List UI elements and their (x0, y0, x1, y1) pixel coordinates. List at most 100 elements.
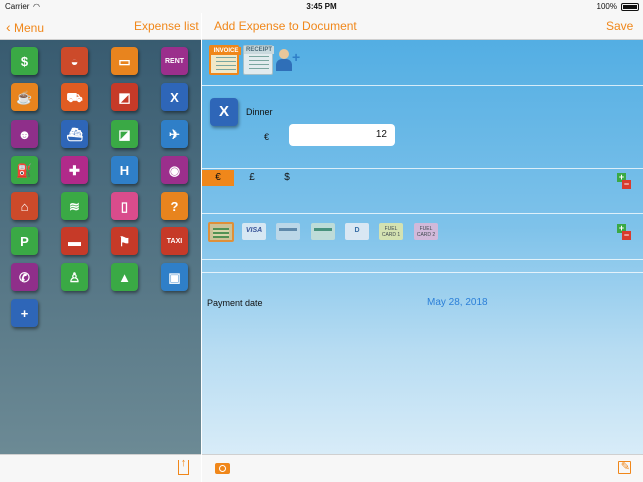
payment-card-1[interactable] (276, 223, 300, 240)
receipt-document-button[interactable]: RECEIPT (243, 45, 274, 75)
currency-symbol: € (264, 132, 270, 142)
cash-icon (213, 228, 229, 238)
laundry-tile[interactable]: ⌂ (11, 192, 38, 220)
coffee-icon: ☕ (16, 89, 33, 105)
flight-tile[interactable]: ✈ (161, 120, 188, 148)
taxi-icon: TAXI (166, 237, 183, 245)
currency-euro[interactable]: € (202, 170, 234, 186)
amount-input[interactable]: 12 (289, 124, 395, 146)
bakery-tile[interactable]: ◒ (61, 47, 88, 75)
divider-4 (202, 259, 643, 260)
theatre-tile[interactable]: ☻ (11, 120, 38, 148)
right-nav-bar: Add Expense to Document Save (202, 13, 643, 40)
fuel-icon: ⛽ (16, 162, 33, 178)
telecom-icon: ◉ (168, 162, 181, 178)
shopping-cart-tile[interactable]: ⛟ (61, 83, 88, 111)
fuel-card-2-label: FUEL CARD 2 (416, 226, 436, 238)
camera-icon[interactable] (215, 463, 230, 474)
theatre-icon: ☻ (17, 126, 32, 142)
card-icon (279, 228, 297, 231)
divider-2 (202, 168, 643, 169)
train-icon: ▣ (168, 269, 181, 285)
other-tile[interactable]: ? (161, 192, 188, 220)
receipt-label: RECEIPT (244, 46, 274, 54)
divider-1 (202, 85, 643, 86)
rent-car-icon: RENT (164, 57, 185, 65)
payment-cash[interactable] (208, 222, 234, 242)
save-button[interactable]: Save (606, 19, 633, 33)
payment-card-2[interactable] (311, 223, 335, 240)
share-icon[interactable]: ↑ (178, 458, 189, 475)
minibar-tile[interactable]: ▯ (111, 192, 138, 220)
left-nav-bar: ‹ Menu Expense list (0, 13, 201, 40)
payment-date-label: Payment date (207, 298, 263, 308)
hotel-icon: H (119, 162, 130, 178)
money-tile[interactable]: $ (11, 47, 38, 75)
payment-diners[interactable]: D (345, 223, 369, 240)
restaurant-icon: X (170, 89, 179, 105)
phone-icon: ✆ (19, 269, 30, 285)
parking-icon: P (20, 233, 29, 249)
expense-name: Dinner (246, 107, 273, 117)
taxi-tile[interactable]: TAXI (161, 227, 188, 255)
hotel-tile[interactable]: H (111, 156, 138, 184)
payment-date-value[interactable]: May 28, 2018 (427, 297, 488, 308)
person-icon: ♙ (68, 269, 81, 285)
train-tile[interactable]: ▣ (161, 263, 188, 291)
money-icon: $ (20, 53, 29, 69)
bus-tile[interactable]: ▭ (111, 47, 138, 75)
ferry-tile[interactable]: ⛴ (61, 120, 88, 148)
expense-list-button[interactable]: Expense list (134, 19, 199, 33)
menu-back-button[interactable]: ‹ Menu (6, 19, 44, 35)
gift-icon: ✚ (69, 162, 80, 178)
gift-tile[interactable]: ✚ (61, 156, 88, 184)
phone-tile[interactable]: ✆ (11, 263, 38, 291)
divider-3 (202, 213, 643, 214)
coffee-tile[interactable]: ☕ (11, 83, 38, 111)
payment-visa[interactable]: VISA (242, 223, 266, 240)
add-person-icon[interactable]: + (275, 47, 303, 73)
currency-add-remove[interactable]: + − (617, 173, 631, 189)
rent-car-tile[interactable]: RENT (161, 47, 188, 75)
minus-icon[interactable]: − (622, 231, 631, 240)
right-toolbar: ✎ (202, 454, 643, 482)
invoice-label: INVOICE (211, 47, 241, 55)
telecom-tile[interactable]: ◉ (161, 156, 188, 184)
diners-label: D (354, 227, 360, 234)
page-title: Add Expense to Document (214, 19, 357, 33)
payment-fuel-card-1[interactable]: FUEL CARD 1 (379, 223, 403, 240)
toll-tile[interactable]: ◩ (111, 83, 138, 111)
car-tile[interactable]: ▬ (61, 227, 88, 255)
towing-tile[interactable]: ⚑ (111, 227, 138, 255)
expense-form: INVOICE RECEIPT + X Dinner € 12 € £ $ + … (202, 40, 643, 454)
battery-icon (621, 3, 639, 11)
person-tile[interactable]: ♙ (61, 263, 88, 291)
parking-attendant-tile[interactable]: ◪ (111, 120, 138, 148)
highway-tile[interactable]: ▲ (111, 263, 138, 291)
invoice-document-button[interactable]: INVOICE (209, 45, 241, 75)
restaurant-tile[interactable]: X (161, 83, 188, 111)
chevron-left-icon: ‹ (6, 19, 11, 35)
compose-icon[interactable]: ✎ (618, 461, 631, 474)
parking-tile[interactable]: P (11, 227, 38, 255)
laundry-icon: ⌂ (20, 198, 29, 214)
expense-list-panel: ‹ Menu Expense list $ ◒ ▭ RENT ☕ ⛟ ◩ X ☻ ⛴ ◪ ✈ ⛽ ✚ H ◉ ⌂… (0, 13, 201, 482)
currency-dollar[interactable]: $ (279, 170, 295, 186)
payment-fuel-card-2[interactable]: FUEL CARD 2 (414, 223, 438, 240)
food-icon: ≋ (69, 198, 80, 214)
category-grid: $ ◒ ▭ RENT ☕ ⛟ ◩ X ☻ ⛴ ◪ ✈ ⛽ ✚ H ◉ ⌂ ≋ ▯? P ▬ ⚑ TAXI ✆ ♙ ▲ ▣ + (0, 40, 201, 454)
add-remove-tile[interactable]: + (11, 299, 38, 327)
payment-add-remove[interactable]: + − (617, 224, 631, 240)
food-tile[interactable]: ≋ (61, 192, 88, 220)
minus-icon[interactable]: − (622, 180, 631, 189)
restaurant-category-icon: X (210, 98, 238, 126)
battery-percent: 100% (596, 2, 617, 11)
clock: 3:45 PM (306, 2, 337, 11)
towing-icon: ⚑ (118, 233, 131, 249)
left-toolbar: ↑ (0, 454, 201, 482)
toll-icon: ◩ (118, 89, 131, 105)
bus-icon: ▭ (118, 53, 131, 69)
divider-5 (202, 272, 643, 273)
currency-pound[interactable]: £ (244, 170, 260, 186)
fuel-tile[interactable]: ⛽ (11, 156, 38, 184)
